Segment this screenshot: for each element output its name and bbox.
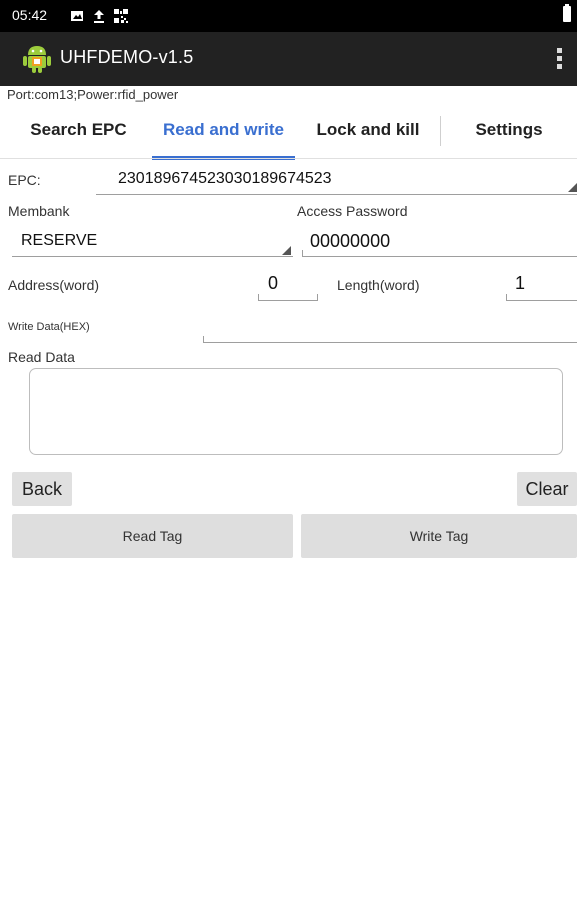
write-data-underline [203,342,577,343]
tab-lock-and-kill[interactable]: Lock and kill [296,104,440,160]
length-underline [506,300,577,301]
tab-read-and-write[interactable]: Read and write [152,104,295,160]
access-password-label: Access Password [297,203,408,219]
status-bar: 05:42 [0,0,577,32]
length-label: Length(word) [337,277,420,293]
write-tag-button[interactable]: Write Tag [301,514,577,558]
epc-label: EPC: [8,172,41,188]
field-tick [302,250,303,256]
membank-label: Membank [8,203,70,219]
battery-icon [563,4,571,22]
android-icon [23,46,51,73]
field-tick [258,294,259,300]
qr-code-icon [114,9,128,23]
field-tick [317,294,318,300]
status-time: 05:42 [12,7,48,23]
clear-button[interactable]: Clear [517,472,577,506]
epc-value: 230189674523030189674523 [118,170,332,187]
address-underline [258,300,318,301]
read-data-label: Read Data [8,349,75,365]
overflow-menu-icon[interactable] [555,48,563,70]
upload-icon [94,10,104,23]
read-data-box[interactable] [29,368,563,455]
address-label: Address(word) [8,277,100,293]
tab-settings[interactable]: Settings [441,104,577,160]
back-button[interactable]: Back [12,472,72,506]
port-info: Port:com13;Power:rfid_power [7,87,179,102]
membank-underline [12,256,293,257]
field-tick [506,294,507,300]
dropdown-arrow-icon [568,183,577,192]
length-value: 1 [515,273,526,293]
access-password-underline [302,256,577,257]
read-tag-button[interactable]: Read Tag [12,514,293,558]
dropdown-arrow-icon [282,246,291,255]
tab-search-epc[interactable]: Search EPC [6,104,151,160]
write-data-label: Write Data(HEX) [8,321,90,333]
tab-bar: Search EPC Read and write Lock and kill … [0,104,577,160]
membank-value: RESERVE [21,232,98,249]
tabs-divider-line [0,158,577,159]
app-title: UHFDEMO-v1.5 [60,47,194,67]
image-icon [71,11,83,21]
app-bar: UHFDEMO-v1.5 [0,32,577,86]
epc-underline [96,194,577,195]
access-password-value: 00000000 [310,231,391,251]
address-value: 0 [268,273,279,293]
field-tick [203,336,204,342]
